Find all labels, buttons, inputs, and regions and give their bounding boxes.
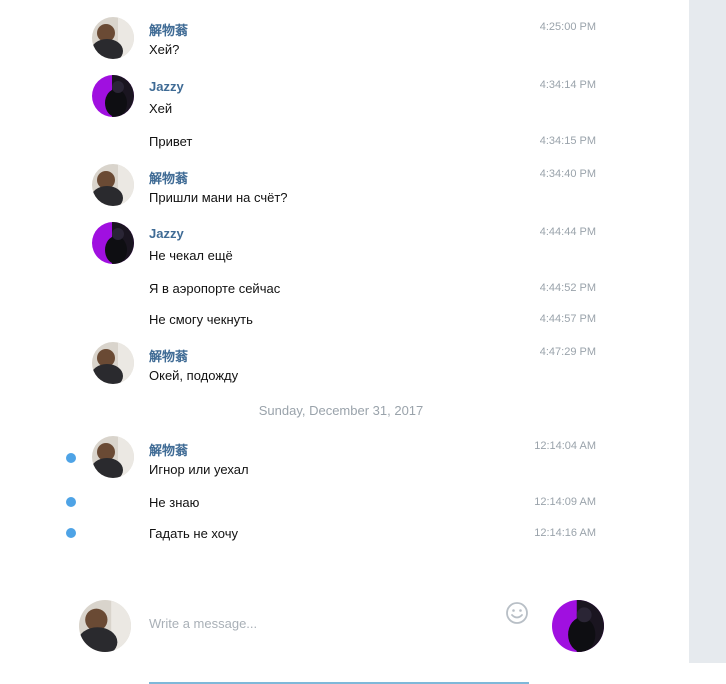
message-time: 4:44:52 PM <box>539 282 596 294</box>
unread-indicator <box>66 528 76 538</box>
message-text: Гадать не хочу <box>149 526 239 541</box>
message-text: Хей? <box>149 42 180 57</box>
message-time: 4:47:29 PM <box>539 346 596 358</box>
message-sender: Jazzy <box>149 226 184 241</box>
message-sender: 解物蓊 <box>149 443 189 458</box>
message-sender: Jazzy <box>149 79 184 94</box>
message-input[interactable] <box>149 596 529 684</box>
emoji-icon[interactable] <box>505 601 529 625</box>
avatar-self[interactable] <box>79 600 131 652</box>
avatar-user[interactable] <box>92 164 134 206</box>
message-text: Игнор или уехал <box>149 462 249 477</box>
avatar-jazzy[interactable] <box>92 222 134 264</box>
right-panel <box>689 0 726 663</box>
avatar-user[interactable] <box>92 342 134 384</box>
avatar-user[interactable] <box>92 17 134 59</box>
message-time: 4:34:14 PM <box>539 79 596 91</box>
avatar-jazzy[interactable] <box>92 75 134 117</box>
message-text: Я в аэропорте сейчас <box>149 281 281 296</box>
message-sender: 解物蓊 <box>149 23 189 38</box>
message-text: Не смогу чекнуть <box>149 312 253 327</box>
message-time: 4:34:40 PM <box>539 168 596 180</box>
message-time: 12:14:09 AM <box>534 496 596 508</box>
message-time: 12:14:16 AM <box>534 527 596 539</box>
avatar-user[interactable] <box>92 436 134 478</box>
message-time: 4:34:15 PM <box>539 135 596 147</box>
unread-indicator <box>66 453 76 463</box>
message-text: Окей, подожду <box>149 368 239 383</box>
message-time: 4:44:44 PM <box>539 226 596 238</box>
message-time: 12:14:04 AM <box>534 440 596 452</box>
message-time: 4:44:57 PM <box>539 313 596 325</box>
message-sender: 解物蓊 <box>149 349 189 364</box>
unread-indicator <box>66 497 76 507</box>
message-text: Хей <box>149 101 173 116</box>
message-time: 4:25:00 PM <box>539 21 596 33</box>
avatar-peer[interactable] <box>552 600 604 652</box>
message-text: Не чекал ещё <box>149 248 233 263</box>
message-text: Не знаю <box>149 495 200 510</box>
message-text: Пришли мани на счёт? <box>149 190 288 205</box>
message-sender: 解物蓊 <box>149 171 189 186</box>
message-text: Привет <box>149 134 193 149</box>
date-separator: Sunday, December 31, 2017 <box>258 403 424 418</box>
